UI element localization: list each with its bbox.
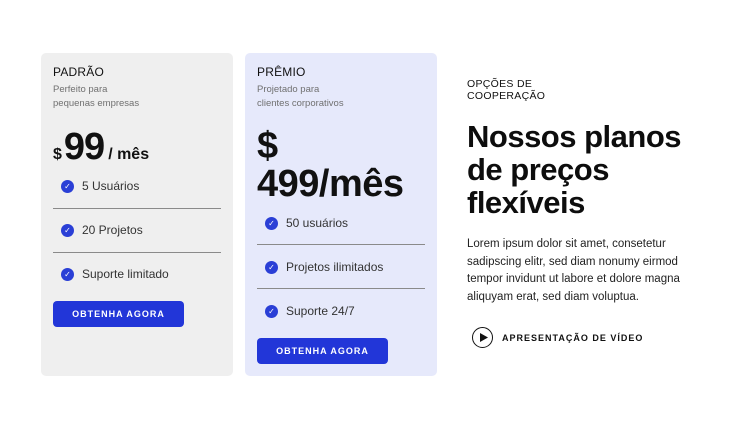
divider: [257, 288, 425, 289]
feature-item: ✓ 20 Projetos: [61, 219, 222, 241]
plan-price: $ 99 / mês: [53, 127, 149, 167]
feature-label: 5 Usuários: [82, 179, 140, 193]
plan-description-line: pequenas empresas: [53, 97, 140, 109]
eyebrow-line: OPÇÕES DE: [467, 78, 533, 90]
divider: [257, 244, 425, 245]
plan-name: PRÊMIO: [257, 65, 306, 79]
plan-name: PADRÃO: [53, 65, 104, 79]
feature-item: ✓ Projetos ilimitados: [265, 256, 426, 278]
feature-item: ✓ Suporte limitado: [61, 263, 222, 285]
pricing-card-premium: PRÊMIO Projetado para clientes corporati…: [245, 53, 437, 376]
divider: [53, 208, 221, 209]
section-body-text: Lorem ipsum dolor sit amet, consetetur s…: [467, 238, 680, 303]
feature-label: 50 usuários: [286, 216, 349, 230]
play-circle-icon[interactable]: [472, 327, 493, 348]
plan-price: $ 499/mês: [257, 127, 432, 203]
check-circle-icon: ✓: [61, 223, 74, 237]
section-headline: Nossos planos de preços flexíveis: [467, 120, 727, 219]
check-circle-icon: ✓: [61, 267, 74, 281]
plan-description-line: Projetado para: [257, 84, 320, 95]
video-link-label: APRESENTAÇÃO DE VÍDEO: [502, 332, 644, 343]
price-currency: $: [53, 146, 62, 163]
eyebrow-line: COOPERAÇÃO: [467, 90, 546, 102]
divider: [53, 252, 221, 253]
plan-description-line: clientes corporativos: [257, 97, 344, 109]
price-amount: 499/mês: [257, 163, 404, 205]
feature-item: ✓ Suporte 24/7: [265, 300, 426, 322]
headline-line: Nossos planos: [467, 119, 682, 154]
check-circle-icon: ✓: [61, 179, 74, 193]
check-circle-icon: ✓: [265, 304, 278, 318]
feature-label: 20 Projetos: [82, 223, 143, 237]
get-now-button-basic[interactable]: OBTENHA AGORA: [53, 301, 184, 327]
feature-label: Projetos ilimitados: [286, 260, 384, 274]
pricing-card-basic: PADRÃO Perfeito para pequenas empresas $…: [41, 53, 233, 376]
feature-label: Suporte 24/7: [286, 304, 355, 318]
price-currency: $: [257, 125, 278, 167]
get-now-button-premium[interactable]: OBTENHA AGORA: [257, 338, 388, 364]
price-amount: 99: [63, 126, 105, 168]
section-eyebrow: OPÇÕES DE COOPERAÇÃO: [467, 78, 567, 102]
video-presentation-link[interactable]: APRESENTAÇÃO DE VÍDEO: [472, 327, 643, 348]
headline-line: flexíveis: [467, 185, 585, 220]
plan-description-line: Perfeito para: [53, 84, 108, 95]
plan-description: Perfeito para pequenas empresas: [53, 83, 203, 110]
feature-item: ✓ 5 Usuários: [61, 175, 222, 197]
check-circle-icon: ✓: [265, 260, 278, 274]
feature-label: Suporte limitado: [82, 267, 169, 281]
price-period: / mês: [108, 146, 150, 163]
headline-line: de preços: [467, 152, 609, 187]
plan-description: Projetado para clientes corporativos: [257, 83, 407, 110]
feature-item: ✓ 50 usuários: [265, 212, 426, 234]
check-circle-icon: ✓: [265, 216, 278, 230]
